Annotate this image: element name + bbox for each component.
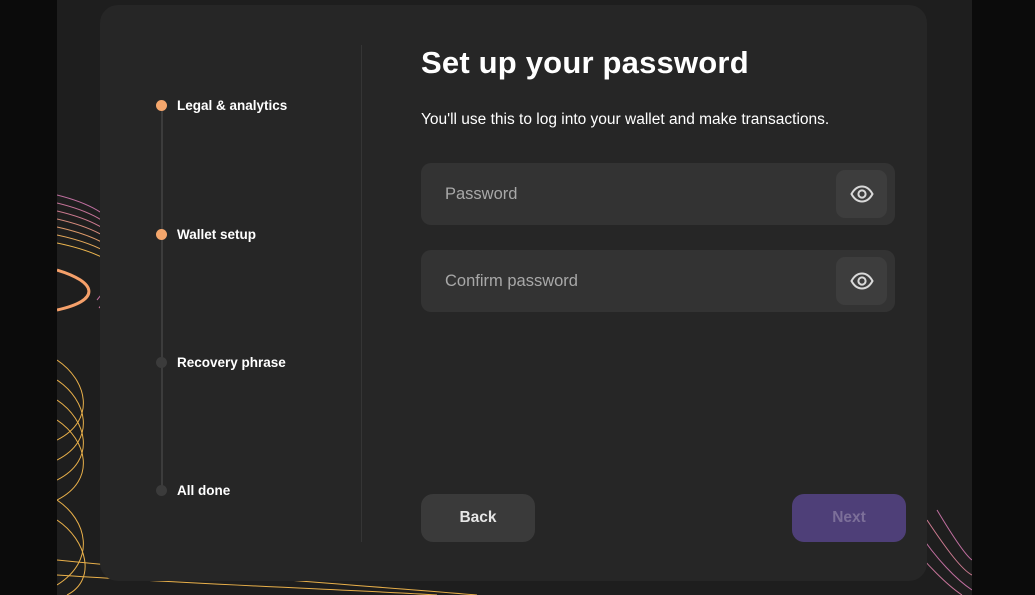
stepper-line xyxy=(161,105,163,494)
step-label: Wallet setup xyxy=(177,227,257,242)
password-field xyxy=(421,163,895,225)
step-dot xyxy=(156,357,167,368)
show-confirm-password-button[interactable] xyxy=(836,257,887,305)
step-dot xyxy=(156,100,167,111)
step-label: All done xyxy=(177,483,231,498)
progress-stepper: Legal & analytics Wallet setup Recovery … xyxy=(100,5,362,581)
setup-card: Legal & analytics Wallet setup Recovery … xyxy=(100,5,927,581)
page-subtitle: You'll use this to log into your wallet … xyxy=(421,111,830,128)
confirm-password-field xyxy=(421,250,895,312)
step-wallet-setup: Wallet setup xyxy=(156,227,256,242)
show-password-button[interactable] xyxy=(836,170,887,218)
step-dot xyxy=(156,229,167,240)
step-recovery-phrase: Recovery phrase xyxy=(156,355,286,370)
step-label: Legal & analytics xyxy=(177,98,288,113)
step-legal-analytics: Legal & analytics xyxy=(156,98,287,113)
back-button[interactable]: Back xyxy=(421,494,535,542)
step-label: Recovery phrase xyxy=(177,355,286,370)
step-dot xyxy=(156,485,167,496)
confirm-password-input[interactable] xyxy=(421,250,821,312)
next-button[interactable]: Next xyxy=(792,494,906,542)
page-title: Set up your password xyxy=(421,45,749,80)
eye-icon xyxy=(849,185,874,203)
eye-icon xyxy=(849,272,874,290)
password-input[interactable] xyxy=(421,163,821,225)
step-all-done: All done xyxy=(156,483,230,498)
vertical-divider xyxy=(361,45,362,542)
